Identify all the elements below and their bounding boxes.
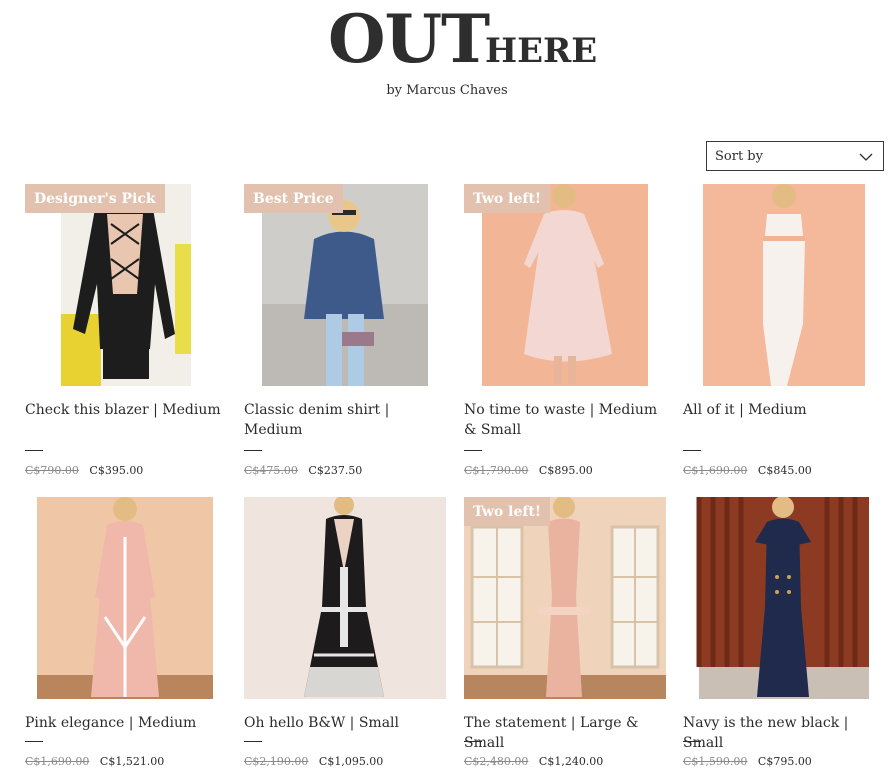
divider [683,741,701,742]
product-image[interactable] [244,497,446,699]
original-price: C$2,480.00 [464,755,529,768]
product-title[interactable]: Check this blazer | Medium [25,400,230,420]
sort-dropdown[interactable]: Sort by [706,141,884,171]
product-price: C$2,190.00 C$1,095.00 [244,755,383,768]
product-image[interactable] [683,497,885,699]
sale-price: C$1,521.00 [99,755,165,768]
product-title[interactable]: Oh hello B&W | Small [244,713,449,733]
divider [464,741,482,742]
original-price: C$475.00 [244,464,298,477]
original-price: C$1,690.00 [25,755,90,768]
divider [244,450,262,451]
product-title[interactable]: No time to waste | Medium & Small [464,400,669,440]
sale-price: C$795.00 [757,755,812,768]
sale-price: C$237.50 [308,464,363,477]
original-price: C$1,790.00 [464,464,529,477]
original-price: C$1,690.00 [683,464,748,477]
sale-price: C$1,095.00 [318,755,384,768]
sale-price: C$1,240.00 [538,755,604,768]
product-image[interactable] [25,497,227,699]
product-title[interactable]: Pink elegance | Medium [25,713,230,733]
sale-price: C$895.00 [538,464,593,477]
product-price: C$475.00 C$237.50 [244,464,362,477]
product-title[interactable]: Classic denim shirt | Medium [244,400,449,440]
sort-label: Sort by [715,149,763,164]
product-title[interactable]: Navy is the new black | Small [683,713,888,753]
product-image[interactable] [683,184,885,386]
sale-price: C$395.00 [89,464,144,477]
product-badge: Best Price [244,184,343,213]
original-price: C$1,590.00 [683,755,748,768]
logo-sub-text: HERE [485,31,598,71]
product-image[interactable] [464,497,666,699]
product-badge: Two left! [464,184,551,213]
product-badge: Designer's Pick [25,184,165,213]
product-price: C$1,790.00 C$895.00 [464,464,593,477]
divider [464,450,482,451]
product-title[interactable]: The statement | Large & Small [464,713,669,753]
product-price: C$790.00 C$395.00 [25,464,143,477]
product-image[interactable] [25,184,227,386]
original-price: C$2,190.00 [244,755,309,768]
byline: by Marcus Chaves [386,83,508,98]
original-price: C$790.00 [25,464,79,477]
product-badge: Two left! [464,497,551,526]
product-image[interactable] [464,184,666,386]
divider [244,741,262,742]
product-price: C$1,690.00 C$845.00 [683,464,812,477]
divider [25,741,43,742]
product-image[interactable] [244,184,446,386]
product-price: C$1,690.00 C$1,521.00 [25,755,164,768]
product-price: C$1,590.00 C$795.00 [683,755,812,768]
divider [683,450,701,451]
product-title[interactable]: All of it | Medium [683,400,888,420]
product-price: C$2,480.00 C$1,240.00 [464,755,603,768]
sale-price: C$845.00 [757,464,812,477]
chevron-down-icon [859,153,873,161]
divider [25,450,43,451]
logo-main-text: OUT [328,0,490,78]
